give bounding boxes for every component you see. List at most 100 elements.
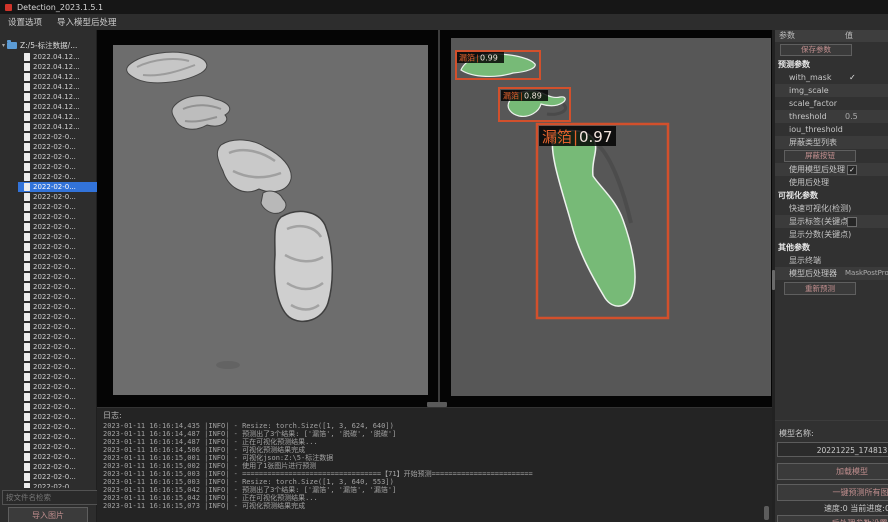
tree-item[interactable]: 2022.04.12...	[18, 122, 97, 132]
menu-item[interactable]: 设置选项	[8, 16, 42, 28]
param-name: 显示终端	[789, 254, 821, 267]
label-separator: |	[573, 128, 578, 146]
file-icon	[24, 263, 30, 271]
show-label-checkbox[interactable]	[847, 217, 857, 227]
tree-item-label: 2022-02-0...	[33, 293, 76, 301]
file-icon	[24, 323, 30, 331]
tree-item[interactable]: 2022-02-0...	[18, 202, 97, 212]
tree-item[interactable]: 2022-02-0...	[18, 192, 97, 202]
tree-item[interactable]: 2022.04.12...	[18, 92, 97, 102]
tree-item[interactable]: 2022.04.12...	[18, 52, 97, 62]
tree-item[interactable]: 2022-02-0...	[18, 412, 97, 422]
tree-item[interactable]: 2022-02-0...	[18, 152, 97, 162]
tree-item[interactable]: 2022.04.12...	[18, 72, 97, 82]
tree-item[interactable]: 2022-02-0...	[18, 362, 97, 372]
tree-item[interactable]: 2022-02-0...	[18, 212, 97, 222]
tree-item[interactable]: 2022-02-0...	[18, 292, 97, 302]
menu-item[interactable]: 导入模型后处理	[57, 16, 117, 28]
tree-item[interactable]: 2022-02-0...	[18, 162, 97, 172]
tree-item[interactable]: 2022-02-0...	[18, 282, 97, 292]
label-separator: |	[476, 54, 479, 63]
tree-item[interactable]: 2022-02-0...	[18, 472, 97, 482]
tree-root-folder[interactable]: ▾ Z:/5-标注数据/...	[2, 39, 97, 51]
tree-item-label: 2022-02-0...	[33, 333, 76, 341]
tree-item[interactable]: 2022-02-0...	[18, 262, 97, 272]
use-model-post-checkbox[interactable]: ✓	[847, 165, 857, 175]
tree-item[interactable]: 2022-02-0...	[18, 382, 97, 392]
tree-item[interactable]: 2022-02-0...	[18, 312, 97, 322]
log-scrollbar-thumb[interactable]	[764, 506, 769, 520]
tree-item[interactable]: 2022.04.12...	[18, 62, 97, 72]
repredict-button[interactable]: 重新预测	[784, 282, 856, 295]
tree-item[interactable]: 2022-02-0...	[18, 252, 97, 262]
file-icon	[24, 63, 30, 71]
file-icon	[24, 373, 30, 381]
mask-button[interactable]: 屏蔽按钮	[784, 150, 856, 162]
file-icon	[24, 243, 30, 251]
expander-icon[interactable]: ▾	[2, 42, 5, 49]
param-name: 屏蔽类型列表	[789, 136, 837, 149]
tree-item-label: 2022-02-0...	[33, 373, 76, 381]
postprocess-settings-button[interactable]: 后处理参数设置	[777, 515, 888, 522]
tree-item[interactable]: 2022-02-0...	[18, 132, 97, 142]
tree-item-label: 2022-02-0...	[33, 413, 76, 421]
tree-root-label: Z:/5-标注数据/...	[20, 40, 77, 51]
tree-item[interactable]: 2022.04.12...	[18, 82, 97, 92]
param-name: scale_factor	[789, 97, 837, 110]
tree-item[interactable]: 2022-02-0...	[18, 402, 97, 412]
file-icon	[24, 453, 30, 461]
file-icon	[24, 283, 30, 291]
tree-item[interactable]: 2022-02-0...	[18, 352, 97, 362]
file-icon	[24, 143, 30, 151]
save-params-button[interactable]: 保存参数	[780, 44, 852, 56]
file-icon	[24, 133, 30, 141]
tree-item[interactable]: 2022-02-0...	[18, 272, 97, 282]
import-images-button[interactable]: 导入图片	[8, 507, 88, 522]
param-name: with_mask	[789, 71, 831, 84]
model-postprocessor-value[interactable]: MaskPostPro	[845, 267, 888, 280]
tree-item[interactable]: 2022-02-0...	[18, 172, 97, 182]
tree-item[interactable]: 2022-02-0...	[18, 302, 97, 312]
log-area: 日志: 2023-01-11 16:16:14,435 |INFO| - Res…	[97, 407, 772, 522]
prediction-image: 漏箔 | 0.99 漏箔 | 0.89 漏箔 | 0.97	[451, 38, 771, 396]
load-model-button[interactable]: 加载模型	[777, 463, 888, 480]
tree-item[interactable]: 2022-02-0...	[18, 232, 97, 242]
tree-item[interactable]: 2022-02-0...	[18, 452, 97, 462]
label-separator: |	[520, 92, 523, 101]
log-line: 2023-01-11 16:16:15,042 |INFO| - 正在可视化预测…	[103, 494, 768, 502]
prediction-image-panel: 漏箔 | 0.99 漏箔 | 0.89 漏箔 | 0.97	[451, 38, 771, 396]
with-mask-check[interactable]: ✓	[849, 71, 856, 84]
file-icon	[24, 273, 30, 281]
log-line: 2023-01-11 16:16:14,506 |INFO| - 可视化预测结果…	[103, 446, 768, 454]
detection-class: 漏箔	[542, 128, 572, 146]
tree-item[interactable]: 2022-02-0...	[18, 182, 97, 192]
tree-item[interactable]: 2022-02-0...	[18, 372, 97, 382]
param-row-with-mask: with_mask ✓	[775, 71, 888, 84]
tree-item-label: 2022-02-0...	[33, 393, 76, 401]
tree-item[interactable]: 2022-02-0...	[18, 392, 97, 402]
tree-item[interactable]: 2022-02-0...	[18, 332, 97, 342]
predict-all-button[interactable]: 一键预测所有图片	[777, 484, 888, 501]
tree-item-label: 2022-02-0...	[33, 323, 76, 331]
tree-item-list: 2022.04.12... 2022.04.12... 2022.04.12..…	[0, 52, 97, 488]
tree-item[interactable]: 2022-02-0...	[18, 222, 97, 232]
threshold-value[interactable]: 0.5	[845, 110, 858, 123]
tree-item[interactable]: 2022-02-0...	[18, 432, 97, 442]
tree-item[interactable]: 2022-02-0...	[18, 422, 97, 432]
file-icon	[24, 423, 30, 431]
model-name-field[interactable]: 20221225_174813	[777, 442, 888, 457]
tree-item[interactable]: 2022-02-0	[18, 482, 97, 488]
tree-item[interactable]: 2022-02-0...	[18, 342, 97, 352]
tree-item[interactable]: 2022-02-0...	[18, 442, 97, 452]
tree-item[interactable]: 2022-02-0...	[18, 242, 97, 252]
file-icon	[24, 193, 30, 201]
tree-item[interactable]: 2022-02-0...	[18, 322, 97, 332]
tree-item[interactable]: 2022.04.12...	[18, 112, 97, 122]
filename-search-input[interactable]	[2, 490, 100, 505]
tree-item[interactable]: 2022.04.12...	[18, 102, 97, 112]
param-row-threshold: threshold 0.5	[775, 110, 888, 123]
log-title: 日志:	[103, 410, 122, 421]
tree-item-label: 2022.04.12...	[33, 93, 80, 101]
tree-item[interactable]: 2022-02-0...	[18, 142, 97, 152]
tree-item[interactable]: 2022-02-0...	[18, 462, 97, 472]
